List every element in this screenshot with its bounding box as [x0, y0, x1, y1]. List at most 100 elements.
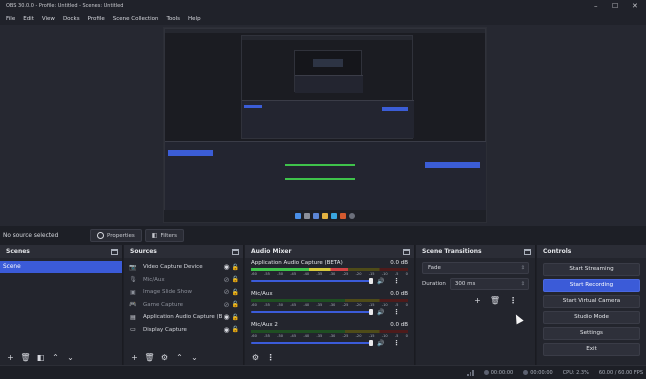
close-icon[interactable]: ✕ — [632, 0, 638, 12]
app-icon — [340, 213, 346, 219]
move-down-icon[interactable]: ⌄ — [190, 353, 199, 362]
transition-menu-icon[interactable]: ⋮ — [509, 296, 517, 305]
undock-icon[interactable] — [403, 248, 410, 255]
menu-file[interactable]: File — [6, 16, 15, 22]
preview-canvas[interactable] — [163, 27, 487, 223]
menu-tools[interactable]: Tools — [166, 16, 180, 22]
source-properties-icon[interactable]: ⚙ — [160, 353, 169, 362]
meter-tick-label: -20 — [355, 334, 362, 338]
nested-preview-3 — [313, 59, 343, 67]
start-streaming-button[interactable]: Start Streaming — [543, 263, 640, 276]
advanced-audio-icon[interactable]: ⚙ — [251, 353, 260, 362]
meter-tick-label: -55 — [264, 272, 270, 276]
volume-slider[interactable] — [251, 340, 373, 346]
nested-docks-2 — [242, 100, 414, 138]
mixer-toolbar: ⚙ ⋮ — [245, 349, 414, 365]
source-item[interactable]: 📷 Video Capture Device ◉ 🔓 — [124, 261, 243, 274]
menu-profile[interactable]: Profile — [88, 16, 105, 22]
meter-tick-label: -40 — [303, 334, 310, 338]
meter-tick-label: 0 — [405, 334, 408, 338]
undock-icon[interactable] — [111, 248, 118, 255]
studio-mode-button[interactable]: Studio Mode — [543, 311, 640, 324]
eye-hidden-icon[interactable]: ⊘ — [222, 301, 231, 309]
remove-scene-icon[interactable]: 🗑 — [20, 353, 30, 362]
search-icon — [304, 213, 310, 219]
add-scene-icon[interactable]: + — [6, 353, 15, 362]
meter-level — [251, 268, 349, 271]
eye-hidden-icon[interactable]: ⊘ — [222, 288, 231, 296]
eye-icon[interactable]: ◉ — [222, 326, 231, 334]
exit-button[interactable]: Exit — [543, 343, 640, 356]
unlock-icon[interactable]: 🔓 — [231, 314, 240, 321]
scene-filters-icon[interactable]: ◧ — [36, 353, 45, 362]
settings-button[interactable]: Settings — [543, 327, 640, 340]
channel-menu-icon[interactable]: ⋮ — [393, 308, 400, 316]
source-item[interactable]: ▤ Application Audio Capture (BETA) ◉ 🔓 — [124, 311, 243, 324]
meter-tick-label: -50 — [277, 272, 284, 276]
meter-tick-label: -25 — [342, 272, 349, 276]
source-item[interactable]: 🎙 Mic/Aux ⊘ 🔓 — [124, 274, 243, 287]
nested-scene-highlight — [168, 150, 213, 156]
nested-record-highlight — [425, 162, 480, 168]
unlock-icon[interactable]: 🔓 — [231, 301, 240, 308]
menu-docks[interactable]: Docks — [63, 16, 80, 22]
chevron-updown-icon[interactable]: ⇳ — [521, 279, 525, 289]
nested-record-highlight-2 — [382, 107, 408, 111]
properties-button[interactable]: Properties — [90, 229, 142, 242]
eye-icon[interactable]: ◉ — [222, 263, 231, 271]
source-name: Game Capture — [143, 301, 183, 308]
duration-spinbox[interactable]: 300 ms ⇳ — [449, 278, 529, 290]
meter-tick-label: -30 — [329, 272, 336, 276]
add-transition-icon[interactable]: + — [474, 296, 481, 305]
mixer-menu-icon[interactable]: ⋮ — [266, 353, 275, 362]
menu-scene-collection[interactable]: Scene Collection — [113, 16, 159, 22]
record-status: 00:00:00 — [523, 369, 553, 376]
volume-slider[interactable] — [251, 309, 373, 315]
move-down-icon[interactable]: ⌄ — [66, 353, 75, 362]
move-up-icon[interactable]: ⌃ — [175, 353, 184, 362]
unlock-icon[interactable]: 🔓 — [231, 289, 240, 296]
remove-source-icon[interactable]: 🗑 — [144, 353, 154, 362]
menu-bar: File Edit View Docks Profile Scene Colle… — [0, 12, 646, 25]
add-source-icon[interactable]: + — [130, 353, 139, 362]
scene-item[interactable]: Scene — [0, 261, 122, 273]
source-item[interactable]: 🎮 Game Capture ⊘ 🔓 — [124, 299, 243, 312]
undock-icon[interactable] — [524, 248, 531, 255]
eye-hidden-icon[interactable]: ⊘ — [222, 276, 231, 284]
meter-tick-label: -10 — [381, 334, 388, 338]
source-item[interactable]: ▭ Display Capture ◉ 🔓 — [124, 324, 243, 337]
filters-button[interactable]: ◧ Filters — [144, 229, 184, 242]
unlock-icon[interactable]: 🔓 — [231, 264, 240, 271]
transition-select[interactable]: Fade ⇳ — [422, 262, 529, 274]
minimize-icon[interactable]: – — [594, 0, 598, 12]
meter-tick-label: -20 — [355, 272, 362, 276]
channel-db: 0.0 dB — [390, 291, 408, 297]
slider-handle[interactable] — [369, 309, 373, 315]
source-name: Display Capture — [143, 326, 187, 333]
meter-tick-label: -35 — [316, 334, 323, 338]
speaker-icon[interactable]: 🔊 — [377, 309, 387, 316]
unlock-icon[interactable]: 🔓 — [231, 326, 240, 333]
start-recording-button[interactable]: Start Recording — [543, 279, 640, 292]
channel-menu-icon[interactable]: ⋮ — [393, 339, 400, 347]
channel-menu-icon[interactable]: ⋮ — [393, 277, 400, 285]
menu-edit[interactable]: Edit — [23, 16, 34, 22]
slider-handle[interactable] — [369, 278, 373, 284]
meter-ticks: -60 -55 -50 -45 -40 -35 -30 -25 -20 -15 -10 -5 0 — [251, 272, 408, 276]
menu-view[interactable]: View — [42, 16, 55, 22]
fader-row: 🔊 ⋮ — [251, 339, 408, 347]
undock-icon[interactable] — [232, 248, 239, 255]
remove-transition-icon[interactable]: 🗑 — [490, 296, 500, 305]
start-virtual-camera-button[interactable]: Start Virtual Camera — [543, 295, 640, 308]
speaker-icon[interactable]: 🔊 — [377, 278, 387, 285]
slider-handle[interactable] — [369, 340, 373, 346]
unlock-icon[interactable]: 🔓 — [231, 276, 240, 283]
volume-slider[interactable] — [251, 278, 373, 284]
speaker-icon[interactable]: 🔊 — [377, 340, 387, 347]
menu-help[interactable]: Help — [188, 16, 201, 22]
maximize-icon[interactable]: ☐ — [612, 0, 618, 12]
eye-icon[interactable]: ◉ — [222, 313, 231, 321]
move-up-icon[interactable]: ⌃ — [51, 353, 60, 362]
meter-tick-label: 0 — [405, 303, 408, 307]
source-item[interactable]: ▣ Image Slide Show ⊘ 🔓 — [124, 286, 243, 299]
